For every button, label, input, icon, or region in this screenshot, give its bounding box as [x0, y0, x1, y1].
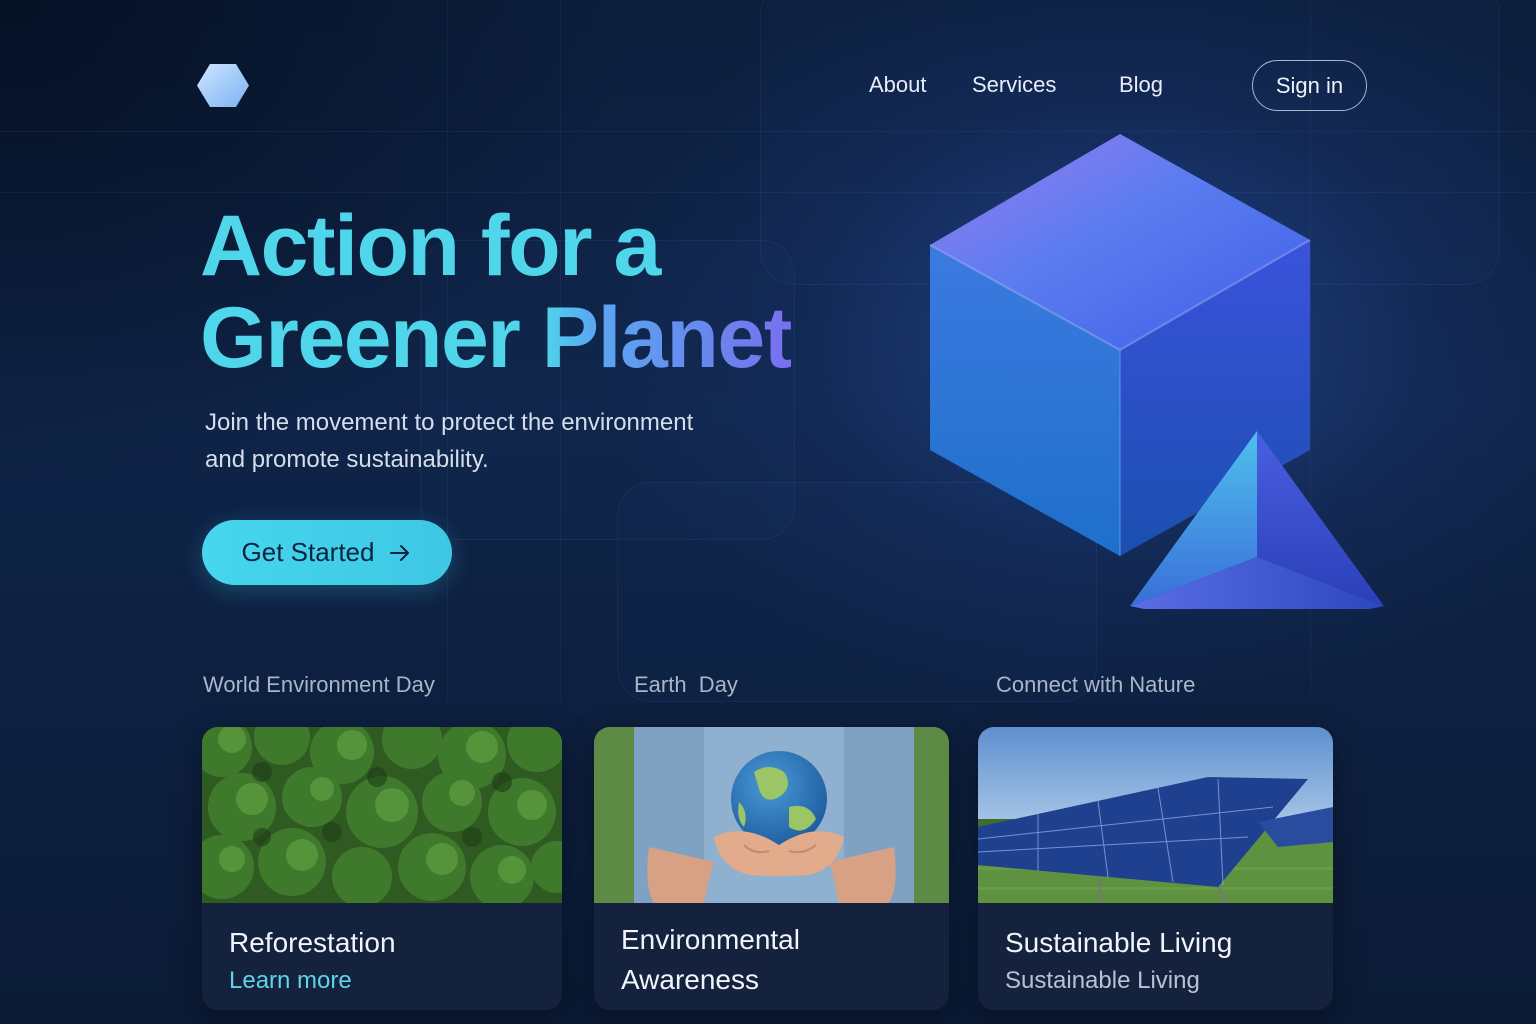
hexagon-logo-icon[interactable]	[197, 63, 249, 108]
card-title: Reforestation	[229, 927, 396, 958]
nav-services[interactable]: Services	[972, 72, 1056, 98]
card-title-line-1: Environmental	[621, 924, 800, 955]
card-reforestation[interactable]: Reforestation Learn more	[202, 727, 562, 1010]
forest-canopy-image	[202, 727, 562, 903]
nav-about[interactable]: About	[869, 72, 927, 98]
hero-subtitle-line-2: and promote sustainability.	[205, 446, 489, 473]
get-started-label: Get Started	[241, 537, 375, 567]
hero-title: Action for a Greener Planet	[200, 200, 840, 384]
hero-title-word-planet: Planet	[541, 290, 793, 386]
card-title-line-2: Awareness	[621, 964, 760, 995]
hero-title-word-greener: Greener	[200, 290, 521, 386]
arrow-right-icon	[390, 544, 410, 561]
nav-blog[interactable]: Blog	[1119, 72, 1163, 98]
card-title: Environmental Awareness	[621, 920, 800, 1000]
card-title: Sustainable Living	[1005, 927, 1233, 958]
hero-title-line-2: Greener Planet	[200, 292, 840, 384]
cube-and-pyramid-illustration	[900, 120, 1420, 630]
category-label-earth-day: Earth Day	[634, 672, 738, 697]
hero-subtitle-line-1: Join the movement to protect the environ…	[205, 409, 694, 436]
hero-subtitle: Join the movement to protect the environ…	[205, 404, 805, 478]
category-label-world-environment-day: World Environment Day	[203, 672, 435, 697]
solar-panels-image	[978, 727, 1333, 903]
signin-button[interactable]: Sign in	[1252, 60, 1367, 111]
card-environmental-awareness[interactable]: Environmental Awareness	[594, 727, 949, 1010]
card-sustainable-living[interactable]: Sustainable Living Sustainable Living	[978, 727, 1333, 1010]
card-subtitle: Sustainable Living	[1005, 967, 1200, 994]
hands-holding-earth-image	[594, 727, 949, 903]
hero-title-line-1: Action for a	[200, 198, 661, 294]
category-label-connect-with-nature: Connect with Nature	[996, 672, 1196, 697]
learn-more-link[interactable]: Learn more	[229, 965, 352, 997]
get-started-button[interactable]: Get Started	[202, 520, 452, 585]
